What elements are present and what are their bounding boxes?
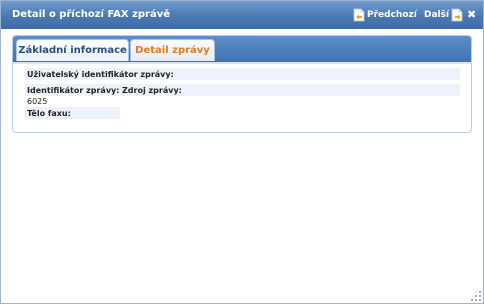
tab-panel: Základní informace Detail zprávy Uživate… [12, 35, 472, 133]
tab-strip: Základní informace Detail zprávy [13, 36, 471, 64]
message-id-value: 6025 [27, 97, 48, 106]
source-label: Zdroj zprávy: [122, 86, 182, 95]
resize-grip-icon[interactable] [470, 290, 482, 302]
document-prev-icon [353, 8, 365, 22]
dialog-titlebar[interactable]: Detail o příchozí FAX zprávě Předchozí D… [1, 1, 483, 29]
user-id-label: Uživatelský identifikátor zprávy: [27, 70, 174, 79]
fax-body-label: Tělo faxu: [27, 109, 71, 118]
next-button[interactable]: Další [424, 8, 463, 22]
next-label: Další [424, 10, 450, 20]
document-next-icon [451, 8, 463, 22]
tab-message-detail[interactable]: Detail zprávy [130, 39, 215, 61]
tab-basic-info[interactable]: Základní informace [16, 39, 129, 61]
close-icon[interactable]: ✖ [467, 9, 476, 21]
message-id-label: Identifikátor zprávy: [27, 86, 120, 95]
dialog-title: Detail o příchozí FAX zprávě [12, 9, 171, 20]
fax-detail-dialog: Detail o příchozí FAX zprávě Předchozí D… [0, 0, 484, 304]
previous-button[interactable]: Předchozí [353, 8, 417, 22]
previous-label: Předchozí [367, 10, 417, 20]
